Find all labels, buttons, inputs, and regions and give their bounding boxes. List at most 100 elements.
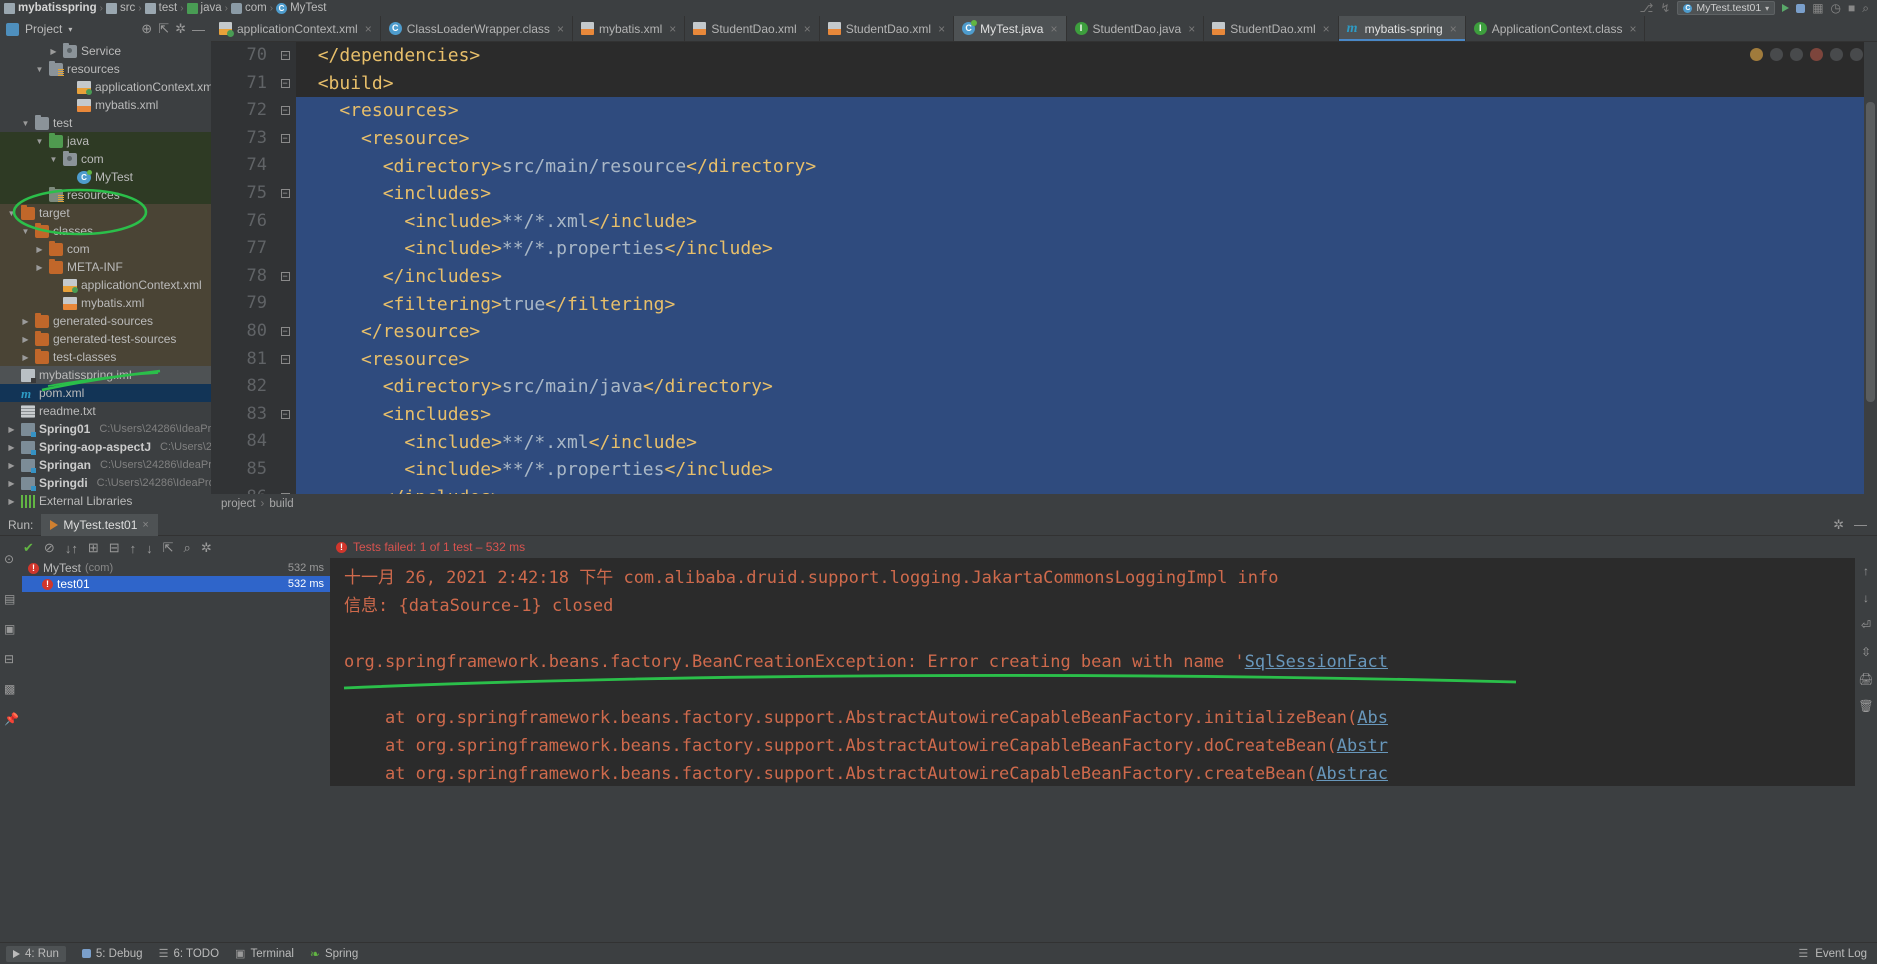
inspection-dot-icon[interactable]	[1790, 48, 1803, 61]
tree-item-spring-aop-aspectj[interactable]: ▶ Spring-aop-aspectJ C:\Users\24286	[0, 438, 211, 456]
show-ignored-icon[interactable]: ⊘	[44, 540, 55, 556]
next-failed-icon[interactable]: ↓	[146, 541, 153, 556]
project-tree[interactable]: ▶ Service ▼ resources applicationContext.xml…	[0, 42, 211, 512]
test-results-tree[interactable]: ! MyTest (com) 532 ms! test01 532 ms	[22, 560, 330, 786]
statusbar-run[interactable]: 4: Run	[6, 945, 66, 962]
fold-collapse-icon[interactable]: −	[279, 484, 291, 494]
chevron-down-icon[interactable]: ▼	[20, 227, 31, 236]
console-link[interactable]: SqlSessionFact	[1245, 652, 1388, 672]
code-line[interactable]: <directory> src/main/resource </directory>	[296, 152, 1877, 180]
scroll-to-end-icon[interactable]: ⇳	[1861, 645, 1871, 659]
history-icon[interactable]: ⌕	[184, 540, 191, 556]
tab-mybatis-spring[interactable]: m mybatis-spring ×	[1338, 16, 1466, 41]
code-editor[interactable]: 70 − 71 − 72 − 73 − 74 75 − 76 77 78 − 79 80 − 81 − 82 83 − 84 8…	[211, 42, 1877, 494]
settings-gear-icon[interactable]: ✲	[1833, 517, 1844, 533]
editor-gutter[interactable]: 70 − 71 − 72 − 73 − 74 75 − 76 77 78 − 79 80 − 81 − 82 83 − 84 8…	[211, 42, 296, 494]
structure-icon[interactable]: ▤	[4, 592, 15, 606]
chevron-right-icon[interactable]: ▶	[6, 479, 17, 488]
code-line[interactable]: </includes>	[296, 483, 1877, 494]
code-line[interactable]: </includes>	[296, 262, 1877, 291]
chevron-right-icon[interactable]: ▶	[48, 47, 59, 56]
code-line[interactable]: <include> **/*.xml </include>	[296, 207, 1877, 236]
settings-gear-icon[interactable]: ✲	[175, 21, 186, 37]
fold-expand-icon[interactable]: −	[279, 180, 291, 208]
code-line[interactable]: <includes>	[296, 400, 1877, 429]
inspection-dot-icon[interactable]	[1770, 48, 1783, 61]
print-icon[interactable]: 🖨	[1858, 672, 1873, 686]
chevron-right-icon[interactable]: ▶	[20, 335, 31, 344]
vcs-icon[interactable]: ⎇	[1640, 1, 1654, 15]
chevron-right-icon[interactable]: ▶	[6, 461, 17, 470]
code-line[interactable]: <filtering> true </filtering>	[296, 290, 1877, 318]
tab-StudentDao-xml-1[interactable]: StudentDao.xml ×	[685, 16, 820, 41]
tree-item-com[interactable]: ▶ com	[0, 240, 211, 258]
tree-item-applicationcontext-xml[interactable]: applicationContext.xml	[0, 276, 211, 294]
console-link[interactable]: Abstrac	[1316, 764, 1388, 784]
chevron-down-icon[interactable]: ▼	[48, 155, 59, 164]
sort-icon[interactable]: ↓↑	[65, 541, 78, 556]
breadcrumb-project[interactable]: project	[221, 498, 256, 510]
chevron-right-icon[interactable]: ▶	[6, 443, 17, 452]
tree-item-classes[interactable]: ▼ classes	[0, 222, 211, 240]
test-row-mytest[interactable]: ! MyTest (com) 532 ms	[22, 560, 330, 576]
code-line[interactable]: <resource>	[296, 345, 1877, 374]
close-icon[interactable]: ×	[1450, 22, 1457, 36]
tree-item-pom-xml[interactable]: m pom.xml	[0, 384, 211, 402]
code-line[interactable]: <directory> src/main/java </directory>	[296, 373, 1877, 401]
tree-item-mybatis-xml[interactable]: mybatis.xml	[0, 294, 211, 312]
statusbar-terminal[interactable]: ▣ Terminal	[235, 947, 294, 961]
breadcrumb-mytest[interactable]: C MyTest	[274, 2, 328, 14]
profiler-icon[interactable]: ◷	[1831, 1, 1841, 15]
close-icon[interactable]: ×	[557, 22, 564, 36]
close-icon[interactable]: ×	[365, 22, 372, 36]
locate-icon[interactable]: ⊕	[141, 21, 152, 37]
breadcrumb-java[interactable]: java	[185, 2, 224, 14]
tab-StudentDao-java[interactable]: I StudentDao.java ×	[1066, 16, 1205, 41]
tree-item-resources[interactable]: resources	[0, 186, 211, 204]
tab-ClassLoaderWrapper-class[interactable]: C ClassLoaderWrapper.class ×	[380, 16, 573, 41]
chevron-down-icon[interactable]: ▼	[34, 137, 45, 146]
code-line[interactable]: </dependencies>	[296, 42, 1877, 70]
event-log-label[interactable]: Event Log	[1815, 948, 1867, 960]
warning-dot-icon[interactable]	[1750, 48, 1763, 61]
prev-failed-icon[interactable]: ↑	[130, 541, 137, 556]
search-icon[interactable]: ⌕	[1862, 1, 1869, 16]
tree-item-mybatisspring-iml[interactable]: mybatisspring.iml	[0, 366, 211, 384]
debug-icon[interactable]	[1796, 3, 1806, 13]
chevron-down-icon[interactable]: ▾	[68, 25, 72, 34]
pin-icon[interactable]: 📌	[4, 712, 19, 726]
tree-item-spring01[interactable]: ▶ Spring01 C:\Users\24286\IdeaProjec	[0, 420, 211, 438]
run-configuration-selector[interactable]: C MyTest.test01 ▾	[1677, 1, 1776, 15]
close-icon[interactable]: ×	[1188, 22, 1195, 36]
collapse-all-icon[interactable]: ⇱	[158, 21, 169, 37]
expand-all-icon[interactable]: ⊞	[88, 540, 99, 556]
tree-item-applicationcontext-xml[interactable]: applicationContext.xml	[0, 78, 211, 96]
hide-icon[interactable]: —	[1854, 517, 1867, 532]
tree-item-target[interactable]: ▼ target	[0, 204, 211, 222]
hector-icon[interactable]	[1830, 48, 1843, 61]
close-icon[interactable]: ×	[669, 22, 676, 36]
tree-item-mytest[interactable]: C MyTest	[0, 168, 211, 186]
grid-icon[interactable]: ▩	[4, 682, 15, 696]
stop-icon[interactable]: ■	[1848, 1, 1855, 15]
more-dot-icon[interactable]	[1850, 48, 1863, 61]
breadcrumb-com[interactable]: com	[229, 2, 269, 14]
code-line[interactable]: <resource>	[296, 124, 1877, 153]
editor-code-area[interactable]: </dependencies> <build> <resources> <res…	[296, 42, 1877, 494]
terminal-strip-icon[interactable]: ⊟	[4, 652, 14, 666]
tree-item-generated-sources[interactable]: ▶ generated-sources	[0, 312, 211, 330]
tab-ApplicationContext-class[interactable]: I ApplicationContext.class ×	[1465, 16, 1646, 41]
tree-item-service[interactable]: ▶ Service	[0, 42, 211, 60]
chevron-right-icon[interactable]: ▶	[6, 425, 17, 434]
tab-MyTest-java[interactable]: C MyTest.java ×	[954, 16, 1067, 41]
tab-mybatis-xml[interactable]: mybatis.xml ×	[572, 16, 686, 41]
code-line[interactable]: <include> **/*.properties </include>	[296, 235, 1877, 263]
clear-all-icon[interactable]: 🗑	[1858, 699, 1873, 713]
code-line[interactable]: <resources>	[296, 97, 1877, 125]
tree-item-springan[interactable]: ▶ Springan C:\Users\24286\IdeaProjec	[0, 456, 211, 474]
tree-item-java[interactable]: ▼ java	[0, 132, 211, 150]
close-icon[interactable]: ×	[804, 22, 811, 36]
statusbar-spring[interactable]: ❧ Spring	[310, 947, 358, 961]
run-tab-mytest-test01[interactable]: MyTest.test01 ×	[41, 513, 158, 536]
breadcrumb-build[interactable]: build	[269, 498, 293, 510]
